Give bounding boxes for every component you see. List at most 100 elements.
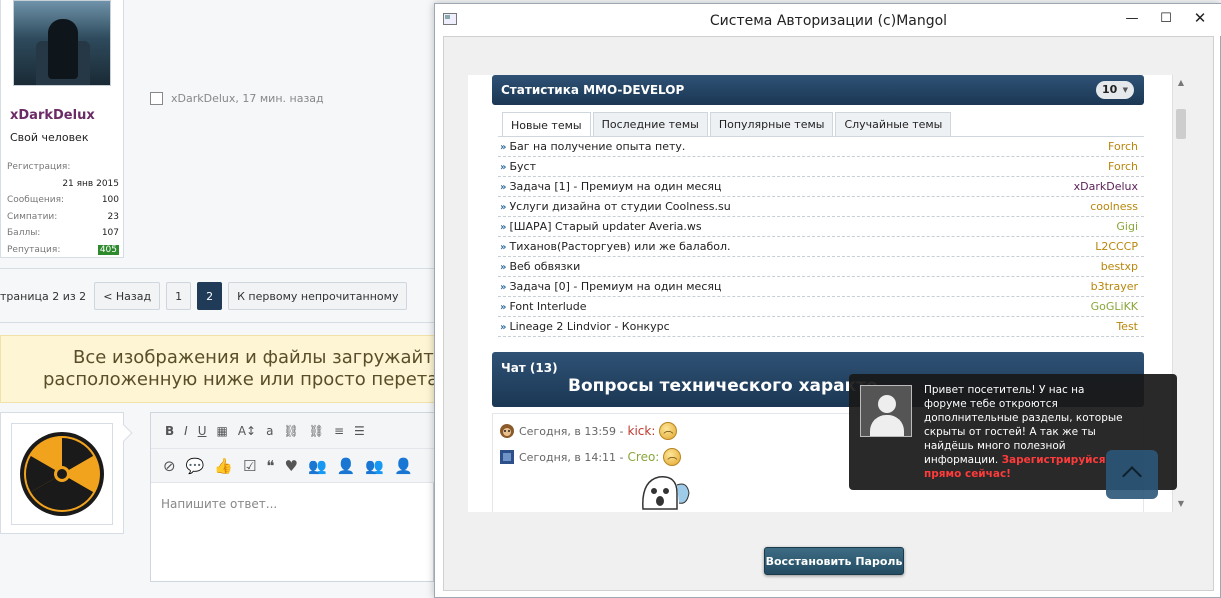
post-select-checkbox[interactable] <box>150 92 163 105</box>
chat-nick[interactable]: kick: <box>628 424 656 438</box>
topic-link[interactable]: Веб обвязки <box>509 260 580 273</box>
topic-author[interactable]: b3trayer <box>1091 280 1138 293</box>
topic-count-select[interactable]: 10 ▼ <box>1096 81 1134 99</box>
page-1-button[interactable]: 1 <box>166 282 192 310</box>
align-icon[interactable]: ≡ <box>334 424 344 438</box>
topic-link[interactable]: Тиханов(Расторгуев) или же балабол. <box>509 240 730 253</box>
maximize-icon[interactable]: ☐ <box>1149 4 1183 32</box>
tab-new-topics[interactable]: Новые темы <box>502 112 591 137</box>
topic-list: » Баг на получение опыта пету. Forch » Буст… <box>498 136 1144 337</box>
topic-author[interactable]: coolness <box>1090 200 1138 213</box>
topic-author[interactable]: xDarkDelux <box>1074 180 1138 193</box>
dialog-body: Статистика MMO-DEVELOP 10 ▼ Новые темы П… <box>443 36 1214 591</box>
topic-link[interactable]: Font Interlude <box>509 300 586 313</box>
topic-author[interactable]: Forch <box>1108 140 1138 153</box>
topic-author[interactable]: GoGLiKK <box>1091 300 1138 313</box>
quote-icon[interactable]: ❝ <box>266 457 274 475</box>
topic-link[interactable]: Услуги дизайна от студии Coolness.su <box>509 200 730 213</box>
restore-password-button[interactable]: Восстановить Пароль <box>764 547 904 575</box>
topic-row: » Услуги дизайна от студии Coolness.su coo… <box>498 197 1144 217</box>
window-titlebar[interactable]: Система Авторизации (c)Mangol — ☐ ✕ <box>435 4 1221 36</box>
minimize-icon[interactable]: — <box>1115 4 1149 32</box>
hide-icon[interactable]: ⊘ <box>163 457 176 475</box>
topic-link[interactable]: Lineage 2 Lindvior - Конкурс <box>509 320 669 333</box>
chat-nick[interactable]: Creo: <box>628 450 660 464</box>
topic-link[interactable]: Буст <box>509 160 536 173</box>
check-icon[interactable]: ☑ <box>243 457 256 475</box>
stat-row: Симпатии: 23 <box>7 211 119 222</box>
topic-author[interactable]: Gigi <box>1116 220 1138 233</box>
heart-icon[interactable]: ♥ <box>284 457 297 475</box>
topic-link[interactable]: Баг на получение опыта пету. <box>509 140 685 153</box>
scroll-down-icon[interactable]: ▼ <box>1173 496 1189 512</box>
reply-placeholder[interactable]: Напишите ответ... <box>161 497 277 511</box>
user-title: Свой человек <box>10 131 89 144</box>
topic-link[interactable]: Задача [0] - Премиум на один месяц <box>509 280 721 293</box>
italic-icon[interactable]: I <box>184 424 188 438</box>
upload-notice: Все изображения и файлы загружайте тольк… <box>0 335 434 403</box>
font-family-icon[interactable]: a <box>266 424 273 438</box>
guest-avatar-icon <box>860 385 912 437</box>
first-unread-button[interactable]: К первому непрочитанному <box>228 282 408 310</box>
link-icon[interactable]: ⛓ <box>283 424 298 438</box>
monkey-avatar-icon <box>500 424 514 438</box>
tab-popular-topics[interactable]: Популярные темы <box>709 112 834 136</box>
reputation-badge: 405 <box>97 244 119 255</box>
divider <box>0 322 434 323</box>
topic-author[interactable]: Forch <box>1108 160 1138 173</box>
topic-link[interactable]: Задача [1] - Премиум на один месяц <box>509 180 721 193</box>
chat-time: Сегодня, в 13:59 - <box>519 424 624 438</box>
double-chevron-icon: » <box>500 282 507 293</box>
user-star-icon[interactable]: 👤 <box>394 457 413 475</box>
topic-author[interactable]: L2CCCP <box>1095 240 1138 253</box>
page-2-button[interactable]: 2 <box>197 282 223 310</box>
double-chevron-icon: » <box>500 182 507 193</box>
topic-author[interactable]: Test <box>1116 320 1138 333</box>
bold-icon[interactable]: B <box>165 424 174 438</box>
group-icon[interactable]: 👥 <box>308 457 327 475</box>
reply-editor[interactable]: B I U ▦ A↕ a ⛓ ⛓ ≡ ☰ ⊘ 💬 👍 ☑ ❝ ♥ 👥 👤 👥 👤… <box>150 412 435 582</box>
users-icon[interactable]: 👥 <box>365 457 384 475</box>
post-author-time[interactable]: xDarkDelux, 17 мин. назад <box>171 92 324 105</box>
font-size-icon[interactable]: A↕ <box>238 424 256 438</box>
sad-smiley-icon: ︵ <box>663 448 682 466</box>
chevron-down-icon: ▼ <box>1122 86 1128 94</box>
stat-row: Репутация: 405 <box>7 244 119 255</box>
scroll-thumb[interactable] <box>1176 109 1186 139</box>
chat-message: Сегодня, в 14:11 - Creo: ︵ <box>499 448 682 466</box>
thumbs-up-icon[interactable]: 👍 <box>214 457 233 475</box>
topic-row: » Задача [0] - Премиум на один месяц b3tra… <box>498 277 1144 297</box>
chat-title: Чат (13) <box>501 361 558 375</box>
topic-tabs: Новые темы Последние темы Популярные тем… <box>502 112 953 137</box>
topic-row: » Тиханов(Расторгуев) или же балабол. L2CC… <box>498 237 1144 257</box>
unlink-icon[interactable]: ⛓ <box>309 424 324 438</box>
topic-author[interactable]: bestxp <box>1101 260 1138 273</box>
topic-row: » Буст Forch <box>498 157 1144 177</box>
prev-page-button[interactable]: < Назад <box>94 282 161 310</box>
color-grid-icon[interactable]: ▦ <box>217 424 228 438</box>
underline-icon[interactable]: U <box>198 424 207 438</box>
double-chevron-icon: » <box>500 242 507 253</box>
speech-icon[interactable]: 💬 <box>186 457 205 475</box>
radiation-icon <box>20 432 104 516</box>
window-title: Система Авторизации (c)Mangol <box>709 13 948 29</box>
scroll-top-button[interactable] <box>1106 450 1158 499</box>
topic-row: » Lineage 2 Lindvior - Конкурс Test <box>498 317 1144 337</box>
reply-avatar <box>11 423 113 525</box>
topic-row: » Задача [1] - Премиум на один месяц xDark… <box>498 177 1144 197</box>
tab-random-topics[interactable]: Случайные темы <box>835 112 952 136</box>
chat-banner: Вопросы технического характе <box>568 376 878 396</box>
stats-panel-title: Статистика MMO-DEVELOP <box>501 83 685 97</box>
topic-row: » Баг на получение опыта пету. Forch <box>498 137 1144 157</box>
close-icon[interactable]: ✕ <box>1183 4 1217 32</box>
double-chevron-icon: » <box>500 222 507 233</box>
page-counter: траница 2 из 2 <box>0 289 87 303</box>
tab-latest-topics[interactable]: Последние темы <box>592 112 708 136</box>
user-icon[interactable]: 👤 <box>337 457 356 475</box>
user-name-link[interactable]: xDarkDelux <box>10 108 95 123</box>
divider <box>0 268 434 269</box>
scroll-up-icon[interactable]: ▲ <box>1173 75 1189 91</box>
topic-link[interactable]: [ШАРА] Старый updater Averia.ws <box>509 220 701 233</box>
list-icon[interactable]: ☰ <box>354 424 365 438</box>
user-avatar[interactable] <box>13 0 111 86</box>
